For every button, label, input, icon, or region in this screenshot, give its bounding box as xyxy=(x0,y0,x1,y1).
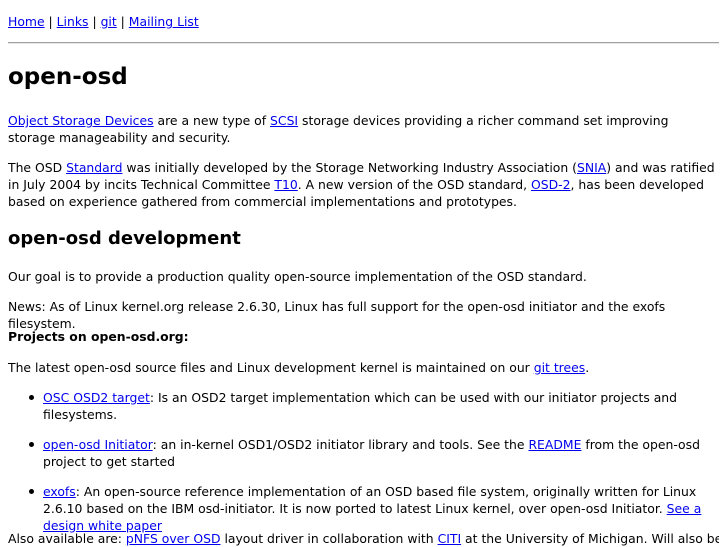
scsi-link[interactable]: SCSI xyxy=(270,113,298,128)
item-text: : an in-kernel OSD1/OSD2 initiator libra… xyxy=(152,437,529,452)
projects-heading: Projects on open-osd.org: xyxy=(8,329,189,344)
nav-separator: | xyxy=(88,14,101,29)
also-available-paragraph: Also available are: pNFS over OSD layout… xyxy=(8,530,719,547)
standard-link[interactable]: Standard xyxy=(66,160,122,175)
osd2-link[interactable]: OSD-2 xyxy=(531,177,571,192)
bullet-icon xyxy=(29,489,34,494)
horizontal-rule xyxy=(8,42,719,44)
citi-link[interactable]: CITI xyxy=(438,531,462,546)
news-paragraph: News: As of Linux kernel.org release 2.6… xyxy=(8,299,666,331)
snia-link[interactable]: SNIA xyxy=(577,160,606,175)
section-heading-development: open-osd development xyxy=(8,228,241,249)
nav-separator: | xyxy=(44,14,57,29)
bullet-icon xyxy=(29,442,34,447)
history-text: The OSD xyxy=(8,160,67,175)
also-text: at the University of Michigan. Will also… xyxy=(465,531,719,546)
latest-text: The latest open-osd source files and Lin… xyxy=(8,360,534,375)
history-text: . A new version of the OSD standard, xyxy=(297,177,532,192)
list-item: exofs: An open-source reference implemen… xyxy=(8,483,719,534)
projects-list: OSC OSD2 target: Is an OSD2 target imple… xyxy=(8,389,719,534)
pnfs-over-osd-link[interactable]: pNFS over OSD xyxy=(126,531,221,546)
history-paragraph: The OSD Standard was initially developed… xyxy=(8,159,719,210)
goal-paragraph: Our goal is to provide a production qual… xyxy=(8,269,587,284)
git-trees-link[interactable]: git trees xyxy=(534,360,586,375)
readme-link[interactable]: README xyxy=(528,437,581,452)
osd-link[interactable]: Object Storage Devices xyxy=(8,113,154,128)
also-text: layout driver in collaboration with xyxy=(220,531,438,546)
nav-separator: | xyxy=(116,14,129,29)
nav-home-link[interactable]: Home xyxy=(8,14,45,29)
list-item: open-osd Initiator: an in-kernel OSD1/OS… xyxy=(8,436,719,470)
open-osd-initiator-link[interactable]: open-osd Initiator xyxy=(43,437,153,452)
history-text: was initially developed by the Storage N… xyxy=(122,160,577,175)
intro-text: are a new type of xyxy=(153,113,271,128)
page-title: open-osd xyxy=(8,64,128,90)
nav-links-link[interactable]: Links xyxy=(57,14,89,29)
t10-link[interactable]: T10 xyxy=(274,177,297,192)
osc-osd2-target-link[interactable]: OSC OSD2 target xyxy=(43,390,150,405)
nav-mailing-list-link[interactable]: Mailing List xyxy=(129,14,199,29)
bullet-icon xyxy=(29,395,34,400)
list-item: OSC OSD2 target: Is an OSD2 target imple… xyxy=(8,389,719,423)
nav-git-link[interactable]: git xyxy=(101,14,117,29)
also-text: Also available are: xyxy=(8,531,126,546)
latest-paragraph: The latest open-osd source files and Lin… xyxy=(8,359,719,376)
top-nav: Home | Links | git | Mailing List xyxy=(8,13,199,30)
latest-text: . xyxy=(585,360,590,375)
item-text: : An open-source reference implementatio… xyxy=(43,484,697,516)
exofs-link[interactable]: exofs xyxy=(43,484,76,499)
intro-paragraph: Object Storage Devices are a new type of… xyxy=(8,112,719,146)
